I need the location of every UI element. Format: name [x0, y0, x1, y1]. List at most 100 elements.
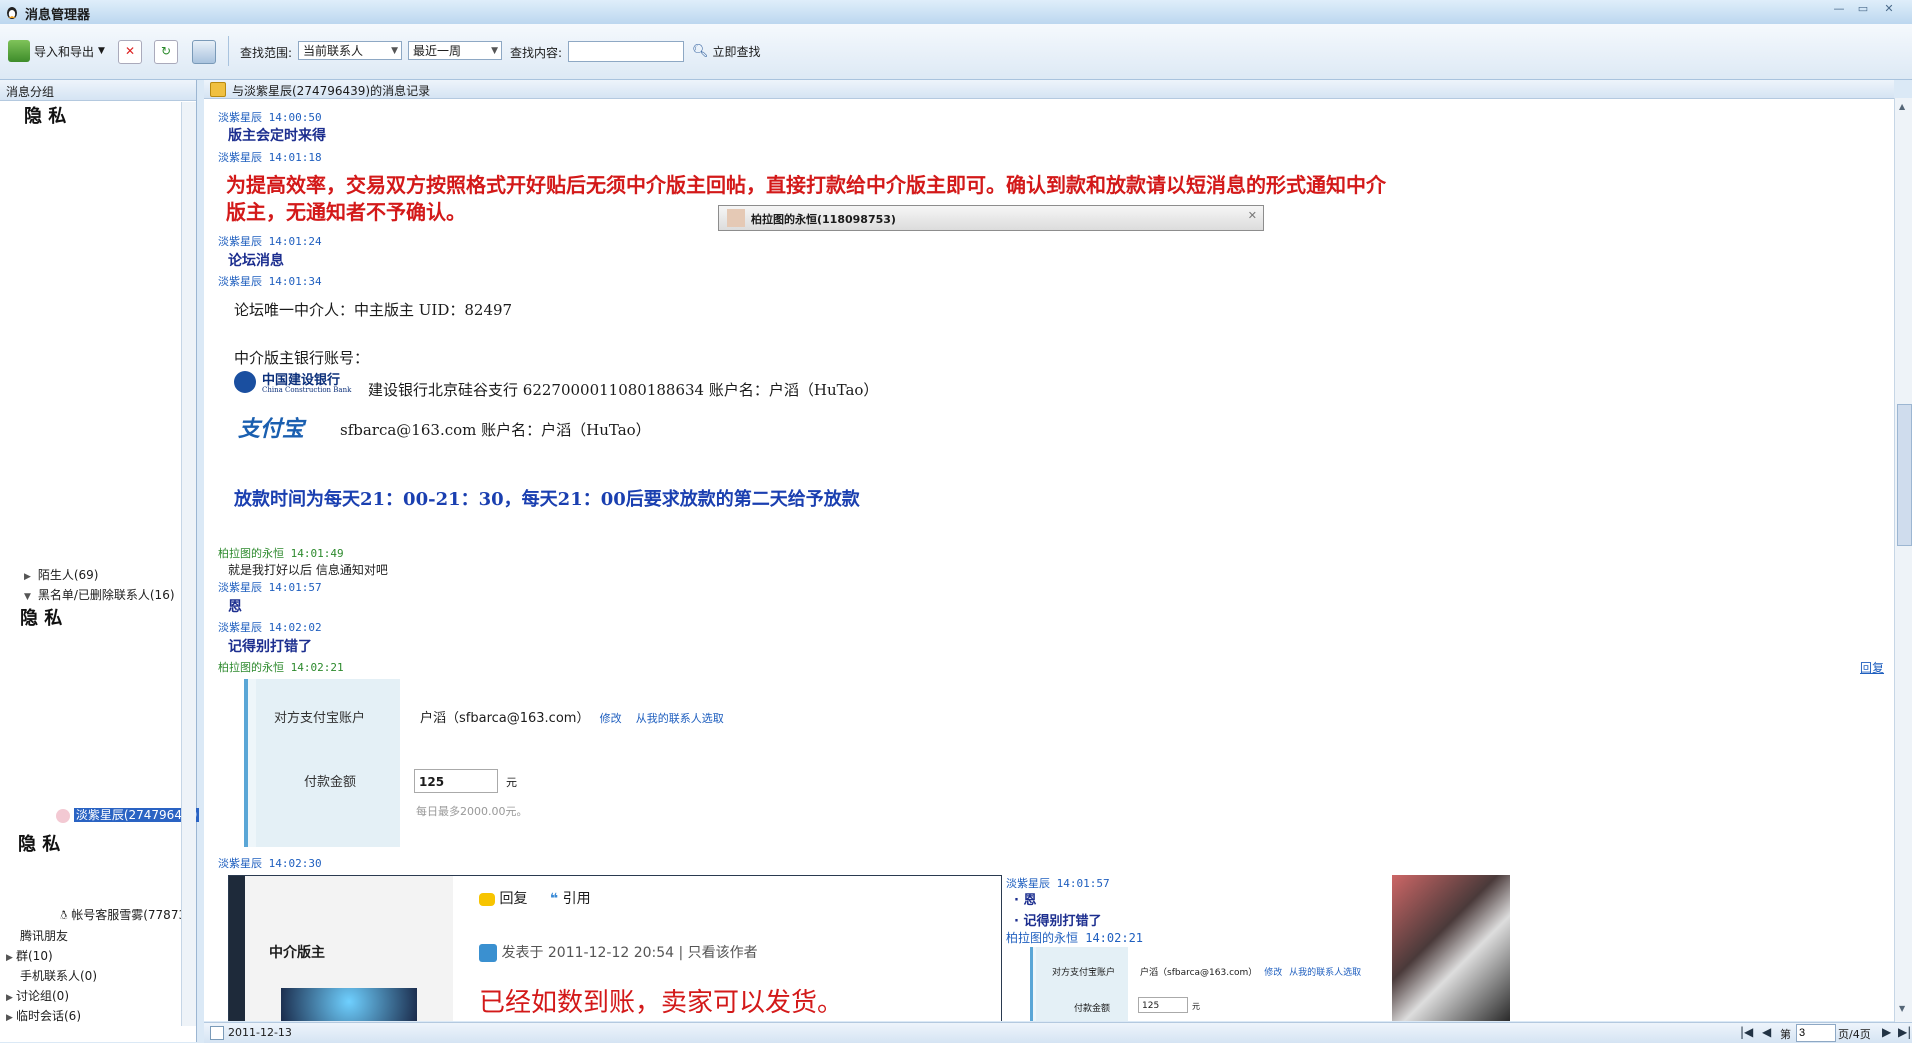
- chat-history-icon: [210, 82, 226, 97]
- title-bar: 消息管理器 — ▭ ✕: [0, 0, 1912, 25]
- mini-meta: 柏拉图的永恒 14:02:21: [1006, 931, 1144, 945]
- msg-meta: 淡紫星辰 14:00:50: [218, 111, 322, 124]
- close-button[interactable]: ✕: [1878, 2, 1900, 16]
- forum-post-image: 回复 ❝ 引用 中介版主 发表于 2011-12-12 20:54 | 只看该作…: [228, 875, 1002, 1021]
- msg-meta: 淡紫星辰 14:02:30: [218, 857, 322, 870]
- quote-icon: ❝: [549, 891, 559, 907]
- contact-service[interactable]: 🐧︎ 帐号客服雪雾(77873: [60, 906, 186, 924]
- first-page-icon[interactable]: |◀: [1740, 1025, 1753, 1039]
- ccb-logo-icon: [234, 371, 256, 393]
- chat-header: 与淡紫星辰(274796439)的消息记录: [204, 80, 1894, 99]
- chevron-right-icon: ▶: [6, 993, 13, 1003]
- period-select[interactable]: 最近一周 ▼: [408, 41, 502, 60]
- forum-reply: 回复: [499, 891, 528, 907]
- delete-icon[interactable]: ✕: [118, 40, 142, 64]
- mini-amount-field: 125: [1138, 997, 1188, 1013]
- import-export-button[interactable]: 导入和导出 ▼: [8, 40, 105, 62]
- mini-screenshot: 淡紫星辰 14:01:57 · 恩 · 记得别打错了 柏拉图的永恒 14:02:…: [1004, 875, 1376, 1021]
- left-panel: 消息分组 隐 私 ▶ 陌生人(69) ▼ 黑名单/已删除联系人(16) 隐 私 …: [0, 80, 200, 1042]
- search-input[interactable]: [568, 41, 684, 62]
- chevron-down-icon: ▼: [98, 46, 105, 56]
- tree-item-groups[interactable]: ▶ 群(10): [6, 947, 53, 964]
- popup-preview: 柏拉图的永恒(118098753) ✕: [718, 205, 1264, 231]
- msg-meta: 淡紫星辰 14:01:57: [218, 581, 322, 594]
- mini-amount-label: 付款金额: [1074, 1004, 1111, 1014]
- msg-meta: 柏拉图的永恒 14:01:49: [218, 547, 344, 560]
- amount-field: 125: [414, 769, 498, 793]
- mini-line: · 恩: [1014, 893, 1037, 908]
- prev-page-icon[interactable]: ◀: [1762, 1025, 1771, 1039]
- msg-meta: 淡紫星辰 14:01:18: [218, 151, 322, 164]
- account-label: 对方支付宝账户: [274, 711, 366, 726]
- mini-line: · 记得别打错了: [1014, 914, 1102, 929]
- close-icon: ✕: [1247, 209, 1257, 222]
- search-icon: 🔍︎: [692, 44, 709, 59]
- scroll-down-icon[interactable]: ▼: [1899, 1004, 1905, 1013]
- qq-penguin-icon: [7, 7, 17, 19]
- search-button[interactable]: 🔍︎ 立即查找: [692, 43, 761, 60]
- avatar: [56, 808, 70, 823]
- chat-log: 淡紫星辰 14:00:50 版主会定时来得 淡紫星辰 14:01:18 为提高效…: [204, 99, 1894, 1021]
- tree-label: 手机联系人(0): [20, 969, 97, 983]
- mini-panel-accent: [1030, 947, 1033, 1021]
- ccb-logo: 中国建设银行 China Construction Bank: [234, 369, 366, 397]
- manager-icon[interactable]: [192, 40, 216, 64]
- status-date: 2011-12-13: [228, 1026, 292, 1039]
- forum-quote: 引用: [562, 891, 591, 907]
- left-panel-header: 消息分组: [0, 80, 196, 101]
- tree-item-discussion[interactable]: ▶ 讨论组(0): [6, 987, 69, 1004]
- left-scrollbar[interactable]: [181, 102, 196, 1026]
- page-suffix: 页/4页: [1838, 1028, 1871, 1041]
- alipay-form-image: 对方支付宝账户 户滔（sfbarca@163.com） 修改 从我的联系人选取 …: [244, 679, 794, 847]
- amount-label: 付款金额: [304, 775, 357, 790]
- chevron-right-icon: ▶: [6, 1013, 13, 1023]
- forum-actions: 回复 ❝ 引用: [479, 888, 591, 908]
- status-bar: 2011-12-13 |◀ ◀ 第 页/4页 ▶ ▶|: [204, 1022, 1912, 1043]
- maximize-button[interactable]: ▭: [1852, 2, 1874, 16]
- amount-unit: 元: [506, 776, 517, 789]
- mini-alipay: 对方支付宝账户 户滔（sfbarca@163.com） 修改 从我的联系人选取 …: [1030, 947, 1366, 1021]
- page-prefix: 第: [1780, 1028, 1791, 1041]
- panel-value-column: [400, 679, 794, 847]
- calendar-icon[interactable]: [210, 1026, 224, 1040]
- privacy-label: 隐 私: [18, 834, 61, 855]
- qq-penguin-icon: 🐧︎: [60, 908, 68, 922]
- forum-author: 中介版主: [269, 945, 325, 961]
- card-line: 中介版主银行账号：: [234, 349, 370, 367]
- scope-select[interactable]: 当前联系人 ▼: [298, 41, 402, 60]
- tree-label: 腾讯朋友: [20, 929, 69, 943]
- privacy-label: 隐 私: [20, 608, 63, 629]
- msg-meta: 柏拉图的永恒 14:02:21: [218, 661, 344, 674]
- popup-title: 柏拉图的永恒(118098753): [751, 213, 896, 226]
- scrollbar-thumb[interactable]: [1897, 404, 1912, 546]
- forum-edge: [229, 876, 245, 1021]
- tree-item-temp[interactable]: ▶ 临时会话(6): [6, 1007, 81, 1024]
- privacy-label: 隐 私: [24, 106, 67, 127]
- alipay-logo: 支付宝: [238, 416, 305, 442]
- last-page-icon[interactable]: ▶|: [1898, 1025, 1911, 1039]
- minimize-button[interactable]: —: [1828, 2, 1850, 16]
- chevron-right-icon: ▶: [24, 572, 31, 582]
- tree-item-strangers[interactable]: ▶ 陌生人(69): [24, 566, 98, 583]
- contact-selected[interactable]: 淡紫星辰(274796439: [56, 806, 200, 823]
- page-input[interactable]: [1796, 1024, 1836, 1042]
- scroll-up-icon[interactable]: ▲: [1899, 102, 1905, 111]
- msg-text: 恩: [228, 599, 242, 615]
- chat-header-title: 与淡紫星辰(274796439)的消息记录: [232, 84, 431, 98]
- msg-meta: 淡紫星辰 14:01:34: [218, 275, 322, 288]
- tree-item-tencent-friends[interactable]: 腾讯朋友: [20, 927, 68, 944]
- card-bank-line: 建设银行北京硅谷支行 6227000011080188634 账户名：户滔（Hu…: [368, 381, 879, 399]
- choose-contact-link: 从我的联系人选取: [635, 712, 724, 725]
- refresh-icon[interactable]: ↻: [154, 40, 178, 64]
- import-export-label: 导入和导出: [34, 44, 95, 59]
- reply-link[interactable]: 回复: [1860, 659, 1884, 676]
- chevron-down-icon: ▼: [391, 46, 398, 56]
- avatar: [727, 209, 745, 227]
- next-page-icon[interactable]: ▶: [1882, 1025, 1891, 1039]
- chat-scrollbar[interactable]: ▲ ▼: [1894, 98, 1912, 1022]
- service-contact-label: 帐号客服雪雾(77873: [71, 908, 187, 922]
- user-icon: [479, 944, 497, 962]
- msg-text: 记得别打错了: [228, 639, 312, 655]
- tree-item-mobile[interactable]: 手机联系人(0): [20, 967, 97, 984]
- tree-item-blacklist[interactable]: ▼ 黑名单/已删除联系人(16): [24, 586, 175, 603]
